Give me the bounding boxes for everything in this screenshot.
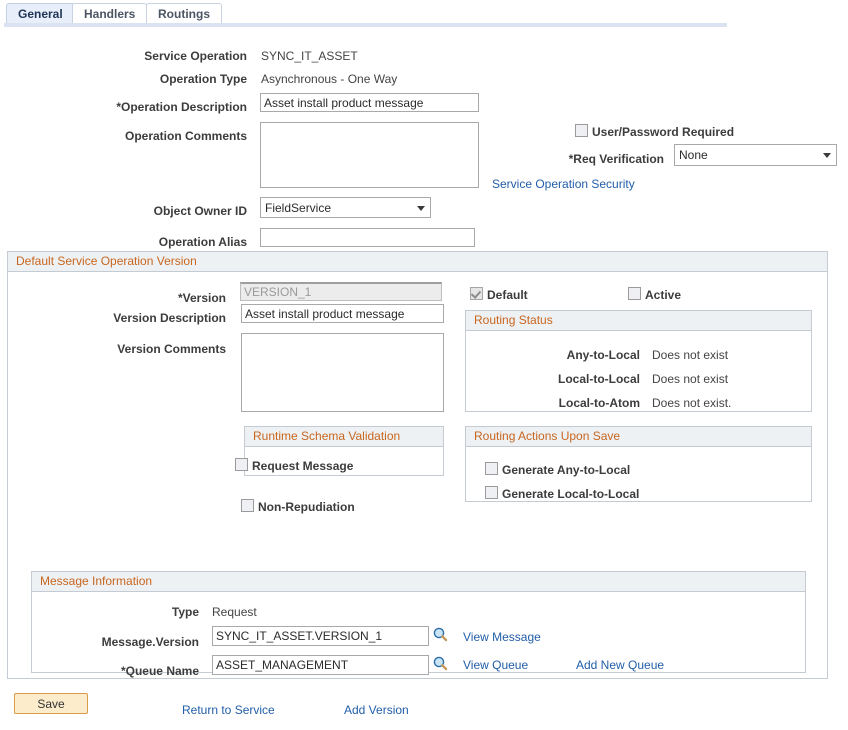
operation-description-label: *Operation Description <box>60 100 247 114</box>
default-checkbox-label: Default <box>487 288 528 302</box>
non-repudiation-checkbox[interactable] <box>241 499 254 512</box>
message-information-title: Message Information <box>32 572 805 592</box>
view-message-link[interactable]: View Message <box>463 630 541 644</box>
tab-general[interactable]: General <box>6 3 75 23</box>
operation-type-value: Asynchronous - One Way <box>261 72 397 86</box>
operation-type-label: Operation Type <box>60 72 247 86</box>
local-to-local-label: Local-to-Local <box>480 372 640 386</box>
chevron-down-icon <box>417 206 425 211</box>
version-description-label: Version Description <box>60 311 226 325</box>
queue-name-input[interactable] <box>212 655 429 675</box>
object-owner-id-value: FieldService <box>265 201 331 215</box>
view-queue-link[interactable]: View Queue <box>463 658 528 672</box>
service-operation-value: SYNC_IT_ASSET <box>261 49 358 63</box>
routing-actions-upon-save-title: Routing Actions Upon Save <box>466 427 811 447</box>
return-to-service-link[interactable]: Return to Service <box>182 703 275 717</box>
object-owner-id-label: Object Owner ID <box>60 204 247 218</box>
default-checkbox <box>470 287 483 300</box>
local-to-local-value: Does not exist <box>652 372 728 386</box>
generate-any-to-local-checkbox[interactable] <box>485 462 498 475</box>
operation-alias-input[interactable] <box>260 228 475 247</box>
add-version-link[interactable]: Add Version <box>344 703 409 717</box>
queue-name-lookup-icon[interactable] <box>433 656 448 671</box>
object-owner-id-select[interactable]: FieldService <box>260 197 431 218</box>
request-message-checkbox[interactable] <box>235 458 248 471</box>
req-verification-select[interactable]: None <box>674 144 837 166</box>
tab-handlers[interactable]: Handlers <box>72 3 147 23</box>
service-operation-label: Service Operation <box>60 49 247 63</box>
tab-routings[interactable]: Routings <box>146 3 222 23</box>
generate-local-to-local-label: Generate Local-to-Local <box>502 487 639 501</box>
active-checkbox[interactable] <box>628 287 641 300</box>
save-button[interactable]: Save <box>14 693 88 714</box>
message-type-value: Request <box>212 605 257 619</box>
version-comments-textarea[interactable] <box>241 333 444 412</box>
version-comments-label: Version Comments <box>60 342 226 356</box>
any-to-local-label: Any-to-Local <box>480 348 640 362</box>
message-version-lookup-icon[interactable] <box>433 627 448 642</box>
message-version-input[interactable] <box>212 626 429 646</box>
local-to-atom-value: Does not exist. <box>652 396 731 410</box>
runtime-schema-validation-title: Runtime Schema Validation <box>245 427 443 447</box>
message-version-label: Message.Version <box>60 635 199 649</box>
version-input <box>240 282 442 301</box>
operation-comments-textarea[interactable] <box>260 122 479 188</box>
operation-alias-label: Operation Alias <box>60 235 247 249</box>
non-repudiation-label: Non-Repudiation <box>258 500 355 514</box>
routing-status-title: Routing Status <box>466 311 811 331</box>
local-to-atom-label: Local-to-Atom <box>480 396 640 410</box>
default-service-operation-version-title: Default Service Operation Version <box>8 252 827 272</box>
operation-comments-label: Operation Comments <box>60 129 247 143</box>
queue-name-label: *Queue Name <box>60 664 199 678</box>
version-description-input[interactable] <box>241 304 444 323</box>
active-checkbox-label: Active <box>645 288 681 302</box>
version-label: *Version <box>60 291 226 305</box>
user-password-required-label: User/Password Required <box>592 125 734 139</box>
operation-description-input[interactable] <box>260 93 479 112</box>
tab-bar: General Handlers Routings <box>0 0 848 28</box>
req-verification-value: None <box>679 148 708 162</box>
generate-any-to-local-label: Generate Any-to-Local <box>502 463 630 477</box>
generate-local-to-local-checkbox[interactable] <box>485 486 498 499</box>
add-new-queue-link[interactable]: Add New Queue <box>576 658 664 672</box>
tab-underline <box>4 23 727 27</box>
any-to-local-value: Does not exist <box>652 348 728 362</box>
chevron-down-icon <box>823 153 831 158</box>
user-password-required-checkbox[interactable] <box>575 124 588 137</box>
request-message-label: Request Message <box>252 459 353 473</box>
message-type-label: Type <box>60 605 199 619</box>
service-operation-security-link[interactable]: Service Operation Security <box>492 177 635 191</box>
req-verification-label: *Req Verification <box>490 152 664 166</box>
